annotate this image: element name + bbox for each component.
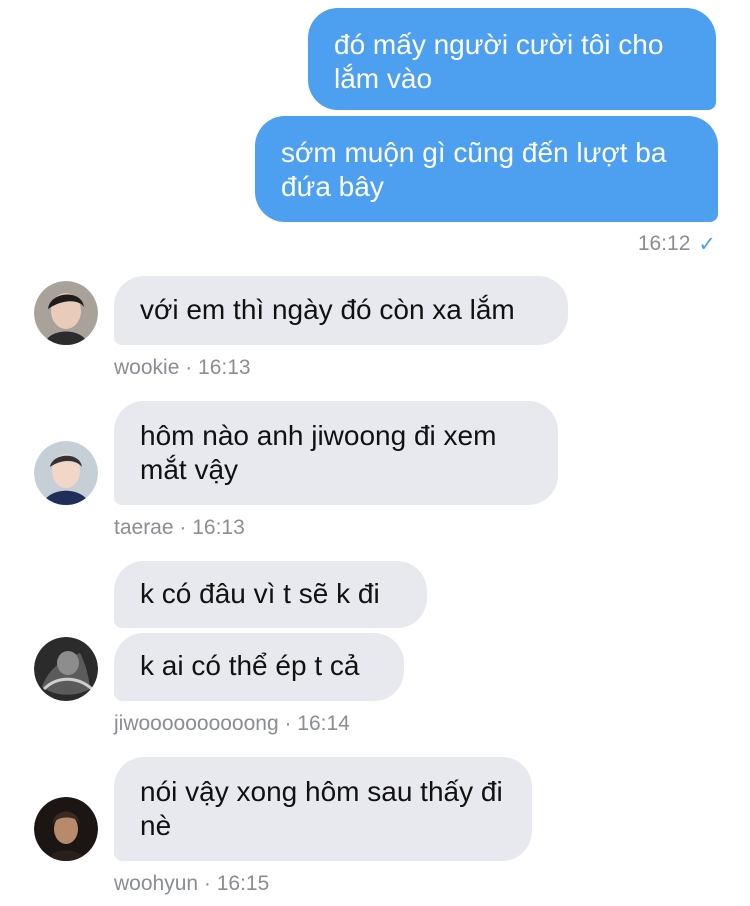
incoming-message-wookie-text: với em thì ngày đó còn xa lắm	[140, 294, 515, 325]
incoming-message-woohyun[interactable]: nói vậy xong hôm sau thấy đi nè	[114, 757, 532, 861]
outgoing-message-1-text: đó mấy người cười tôi cho lắm vào	[334, 29, 664, 94]
outgoing-message-2-text: sớm muộn gì cũng đến lượt ba đứa bây	[281, 137, 667, 202]
outgoing-timestamp-row: 16:12 ✓	[638, 232, 716, 256]
incoming-message-woohyun-text: nói vậy xong hôm sau thấy đi nè	[140, 776, 503, 841]
avatar-taerae[interactable]	[34, 441, 98, 505]
outgoing-timestamp: 16:12	[637, 232, 691, 255]
incoming-message-taerae[interactable]: hôm nào anh jiwoong đi xem mắt vậy	[114, 401, 558, 505]
avatar-jiwoong-image	[34, 637, 98, 701]
incoming-message-wookie[interactable]: với em thì ngày đó còn xa lắm	[114, 276, 568, 345]
sender-meta-woohyun: woohyun · 16:15	[114, 872, 270, 895]
avatar-jiwoong[interactable]	[34, 637, 98, 701]
avatar-woohyun-image	[34, 797, 98, 861]
sender-meta-jiwoong: jiwoooooooooong · 16:14	[114, 712, 350, 735]
incoming-message-jiwoong-2[interactable]: k ai có thể ép t cả	[114, 633, 404, 701]
sender-meta-taerae: taerae · 16:13	[114, 516, 245, 539]
incoming-message-jiwoong-2-text: k ai có thể ép t cả	[140, 650, 360, 681]
incoming-message-taerae-text: hôm nào anh jiwoong đi xem mắt vậy	[140, 420, 497, 485]
outgoing-message-2[interactable]: sớm muộn gì cũng đến lượt ba đứa bây	[255, 116, 718, 222]
avatar-taerae-image	[34, 441, 98, 505]
incoming-message-jiwoong-1[interactable]: k có đâu vì t sẽ k đi	[114, 561, 427, 628]
sender-meta-wookie: wookie · 16:13	[114, 356, 251, 379]
avatar-wookie-image	[34, 281, 98, 345]
incoming-message-jiwoong-1-text: k có đâu vì t sẽ k đi	[140, 578, 380, 609]
outgoing-message-1[interactable]: đó mấy người cười tôi cho lắm vào	[308, 8, 716, 110]
check-icon: ✓	[698, 232, 716, 256]
avatar-woohyun[interactable]	[34, 797, 98, 861]
avatar-wookie[interactable]	[34, 281, 98, 345]
